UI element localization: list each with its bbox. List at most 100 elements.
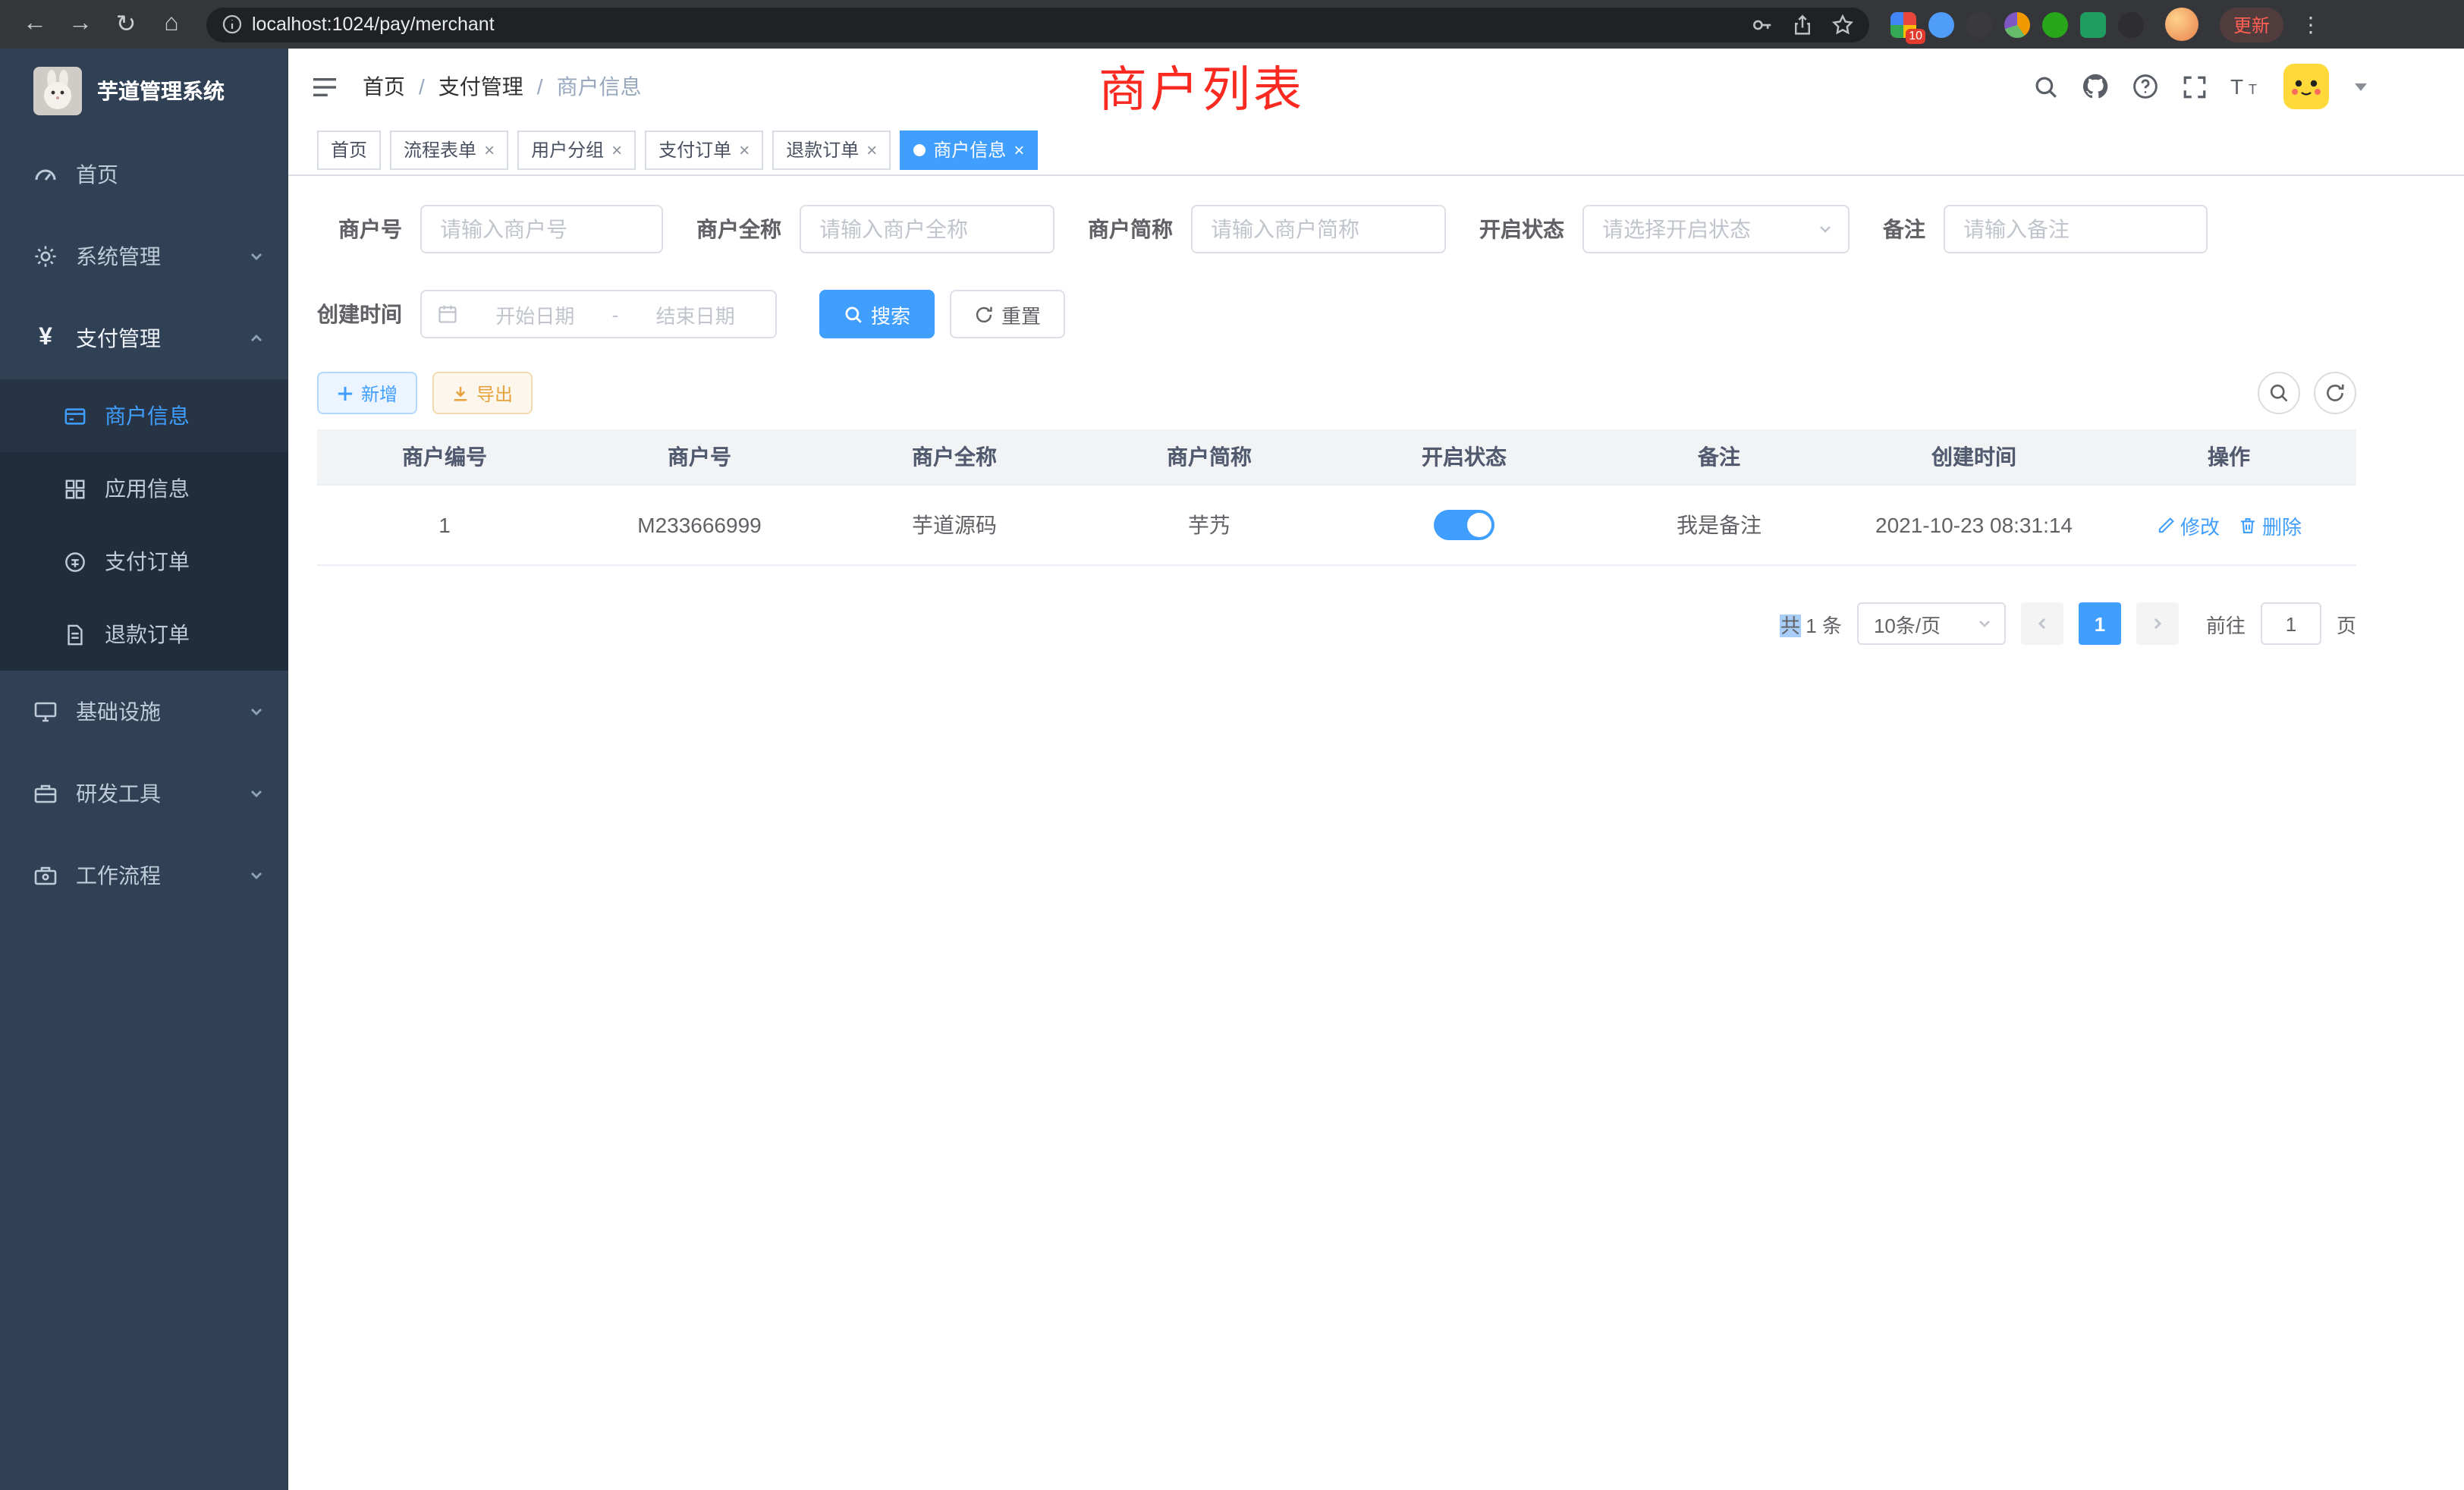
browser-reload-icon[interactable]: ↻ — [106, 5, 146, 44]
chevron-down-icon — [249, 704, 264, 719]
close-icon[interactable]: × — [739, 140, 750, 159]
github-icon[interactable] — [2082, 73, 2109, 100]
header-search-icon[interactable] — [2033, 74, 2059, 99]
extension-icon-2[interactable] — [1928, 11, 1954, 37]
grid-icon — [62, 477, 86, 500]
sidebar-item-payment[interactable]: ¥ 支付管理 — [0, 297, 288, 379]
page-size-select[interactable]: 10条/页 — [1857, 602, 2006, 645]
sidebar-item-infrastructure[interactable]: 基础设施 — [0, 671, 288, 753]
sidebar-item-merchant-info[interactable]: 商户信息 — [0, 379, 288, 452]
extension-icon-6[interactable] — [2080, 11, 2106, 37]
main-area: 首页 / 支付管理 / 商户信息 T — [288, 49, 2464, 1490]
hamburger-icon[interactable] — [311, 75, 338, 98]
delete-link-label: 删除 — [2262, 511, 2302, 539]
breadcrumb-payment[interactable]: 支付管理 — [438, 71, 523, 102]
extension-icon-1[interactable]: 10 — [1890, 11, 1916, 37]
share-icon[interactable] — [1792, 13, 1813, 36]
search-form-row-2: 创建时间 开始日期 - 结束日期 搜索 重置 — [317, 290, 2356, 338]
site-info-icon[interactable] — [222, 14, 243, 35]
bookmark-star-icon[interactable] — [1831, 13, 1854, 36]
chevron-down-icon — [249, 249, 264, 264]
short-name-input[interactable] — [1191, 205, 1446, 253]
column-header: 操作 — [2101, 429, 2356, 484]
sidebar-item-pay-order[interactable]: 支付订单 — [0, 525, 288, 598]
sidebar-item-system[interactable]: 系统管理 — [0, 215, 288, 297]
table-header-row: 商户编号 商户号 商户全称 商户简称 开启状态 备注 创建时间 操作 — [317, 429, 2356, 486]
browser-home-icon[interactable]: ⌂ — [152, 5, 191, 44]
tab-home[interactable]: 首页 — [317, 130, 381, 169]
column-header: 商户号 — [572, 429, 827, 484]
date-start-placeholder[interactable]: 开始日期 — [470, 300, 600, 328]
workflow-icon — [33, 863, 58, 888]
tab-refund-order[interactable]: 退款订单 × — [772, 130, 891, 169]
sidebar-item-home[interactable]: 首页 — [0, 134, 288, 215]
refresh-table-button[interactable] — [2314, 372, 2356, 414]
toolbox-icon — [33, 781, 58, 806]
reset-button[interactable]: 重置 — [950, 290, 1065, 338]
close-icon[interactable]: × — [611, 140, 622, 159]
full-name-input[interactable] — [800, 205, 1054, 253]
next-page-button[interactable] — [2136, 602, 2179, 645]
browser-profile-avatar[interactable] — [2165, 8, 2198, 41]
delete-link[interactable]: 删除 — [2238, 511, 2302, 539]
close-icon[interactable]: × — [866, 140, 877, 159]
app-logo[interactable]: 芋道管理系统 — [0, 49, 288, 134]
tab-merchant-info[interactable]: 商户信息 × — [900, 130, 1038, 169]
password-key-icon[interactable] — [1751, 13, 1774, 36]
status-select[interactable]: 请选择开启状态 — [1582, 205, 1850, 253]
sidebar-item-dev-tools[interactable]: 研发工具 — [0, 753, 288, 835]
cell-merchant-no: M233666999 — [572, 486, 827, 564]
close-icon[interactable]: × — [1014, 140, 1024, 159]
avatar-dropdown-caret-icon[interactable] — [2355, 83, 2367, 90]
merchant-no-input[interactable] — [420, 205, 663, 253]
user-avatar[interactable] — [2283, 64, 2329, 109]
extension-icon-7[interactable] — [2118, 11, 2144, 37]
remark-input[interactable] — [1944, 205, 2208, 253]
tab-label: 退款订单 — [786, 137, 859, 162]
column-header: 商户全称 — [827, 429, 1082, 484]
remark-field: 备注 — [1883, 205, 2208, 253]
fullscreen-icon[interactable] — [2182, 74, 2208, 99]
tab-pay-order[interactable]: 支付订单 × — [645, 130, 763, 169]
goto-page-input[interactable] — [2261, 602, 2321, 645]
page-number-button[interactable]: 1 — [2079, 602, 2121, 645]
breadcrumb-current: 商户信息 — [557, 71, 642, 102]
close-icon[interactable]: × — [484, 140, 495, 159]
search-button[interactable]: 搜索 — [819, 290, 935, 338]
tab-process-form[interactable]: 流程表单 × — [390, 130, 508, 169]
sidebar-item-app-info[interactable]: 应用信息 — [0, 452, 288, 525]
help-icon[interactable] — [2132, 73, 2159, 100]
prev-page-button[interactable] — [2021, 602, 2063, 645]
breadcrumb-home[interactable]: 首页 — [363, 71, 405, 102]
tab-user-group[interactable]: 用户分组 × — [517, 130, 636, 169]
sidebar-item-workflow[interactable]: 工作流程 — [0, 835, 288, 916]
font-size-icon[interactable]: TT — [2230, 74, 2261, 99]
status-toggle[interactable] — [1434, 510, 1494, 540]
breadcrumb: 首页 / 支付管理 / 商户信息 — [363, 71, 642, 102]
extension-icon-5[interactable] — [2042, 11, 2068, 37]
browser-forward-icon[interactable]: → — [61, 5, 100, 44]
chevron-down-icon — [1977, 616, 1992, 631]
create-time-range-picker[interactable]: 开始日期 - 结束日期 — [420, 290, 777, 338]
cell-actions: 修改 删除 — [2101, 486, 2356, 564]
extension-icon-4[interactable] — [2004, 11, 2030, 37]
sidebar-item-label: 研发工具 — [76, 778, 161, 809]
browser-address-bar[interactable]: localhost:1024/pay/merchant — [206, 7, 1869, 42]
export-button[interactable]: 导出 — [432, 372, 533, 414]
sidebar-item-label: 应用信息 — [105, 473, 190, 504]
date-end-placeholder[interactable]: 结束日期 — [630, 300, 760, 328]
sidebar-item-refund-order[interactable]: 退款订单 — [0, 598, 288, 671]
add-button[interactable]: 新增 — [317, 372, 417, 414]
sidebar-item-label: 系统管理 — [76, 241, 161, 272]
browser-menu-icon[interactable]: ⋮ — [2299, 11, 2323, 37]
cell-status — [1337, 486, 1592, 564]
edit-link[interactable]: 修改 — [2156, 511, 2220, 539]
pagination-total-prefix: 共 — [1780, 614, 1800, 637]
toggle-search-button[interactable] — [2258, 372, 2300, 414]
browser-update-button[interactable]: 更新 — [2220, 7, 2283, 42]
sidebar-item-label: 支付订单 — [105, 546, 190, 577]
breadcrumb-separator: / — [537, 74, 543, 99]
edit-link-label: 修改 — [2180, 511, 2220, 539]
browser-back-icon[interactable]: ← — [15, 5, 55, 44]
extension-icon-3[interactable] — [1966, 11, 1992, 37]
